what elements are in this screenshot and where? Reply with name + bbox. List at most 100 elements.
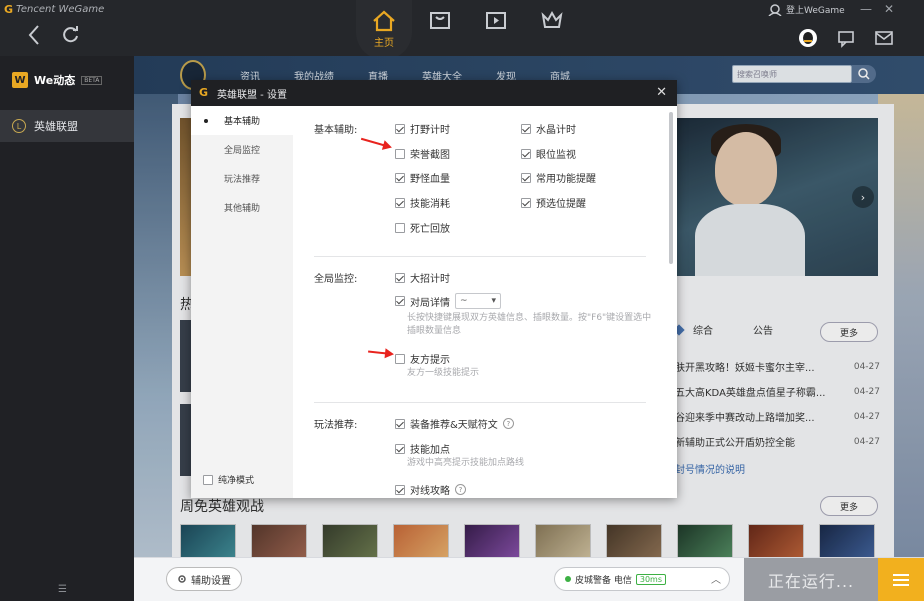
- window-controls: — ✕: [860, 2, 894, 16]
- sidebar-item-we[interactable]: W We动态 BETA: [12, 72, 103, 88]
- hotkey-select-value: ~: [460, 296, 468, 306]
- gear-icon: [178, 575, 186, 583]
- server-selector[interactable]: 皮城警备 电信 30ms ︿: [554, 567, 730, 591]
- settings-nav-other[interactable]: 其他辅助: [191, 193, 293, 222]
- sidebar-item-lol[interactable]: L 英雄联盟: [0, 110, 134, 142]
- option-lane-guide[interactable]: 对线攻略?: [395, 482, 466, 497]
- option-common-reminder[interactable]: 常用功能提醒: [521, 170, 596, 185]
- option-label: 水晶计时: [536, 125, 576, 136]
- option-ally-prompt[interactable]: 友方提示: [395, 351, 450, 366]
- option-preselect-reminder[interactable]: 预选位提醒: [521, 195, 586, 210]
- checkbox[interactable]: [395, 296, 405, 306]
- option-gear-recommend[interactable]: 装备推荐&天赋符文?: [395, 416, 514, 431]
- checkbox[interactable]: [395, 443, 405, 454]
- user-login[interactable]: 登上WeGame: [768, 3, 845, 16]
- nav-store[interactable]: [412, 0, 468, 60]
- checkbox[interactable]: [395, 272, 405, 283]
- settings-nav-global[interactable]: 全局监控: [191, 135, 293, 164]
- help-icon[interactable]: ?: [455, 484, 466, 495]
- crown-icon: [541, 10, 563, 28]
- game-menu-button[interactable]: [878, 558, 924, 601]
- option-honor-screenshot[interactable]: 荣誉截图: [395, 146, 450, 161]
- settings-dialog: G 英雄联盟 - 设置 ✕ 基本辅助 全局监控 玩法推荐 其他辅助 纯净模式 基…: [191, 80, 677, 498]
- checkbox[interactable]: [395, 123, 405, 134]
- match-detail-hint: 长按快捷键展现双方英雄信息、插眼数量。按"F6"键设置选中插眼数量信息: [407, 313, 652, 336]
- nav-home[interactable]: 主页: [356, 0, 412, 60]
- nav-video[interactable]: [468, 0, 524, 60]
- assist-settings-button[interactable]: 辅助设置: [166, 567, 242, 591]
- global-section-label: 全局监控:: [314, 274, 358, 285]
- option-jungle-timer[interactable]: 打野计时: [395, 121, 450, 136]
- option-label: 死亡回放: [410, 224, 450, 235]
- option-monster-hp[interactable]: 野怪血量: [395, 170, 450, 185]
- brand-text: Tencent WeGame: [16, 4, 105, 15]
- running-status-button[interactable]: 正在运行...: [744, 558, 878, 601]
- checkbox[interactable]: [203, 474, 213, 485]
- refresh-icon[interactable]: [62, 26, 80, 44]
- video-icon: [486, 12, 506, 29]
- checkbox[interactable]: [395, 172, 405, 183]
- settings-nav-basic[interactable]: 基本辅助: [191, 106, 293, 135]
- toolbar-icons: [798, 28, 894, 48]
- scrollbar[interactable]: [669, 112, 673, 264]
- basic-section-label: 基本辅助:: [314, 125, 358, 136]
- login-text: 登上WeGame: [786, 6, 845, 16]
- option-ult-timer[interactable]: 大招计时: [395, 270, 450, 285]
- settings-nav-recommend[interactable]: 玩法推荐: [191, 164, 293, 193]
- ally-prompt-hint: 友方一级技能提示: [407, 368, 480, 378]
- settings-nav: 基本辅助 全局监控 玩法推荐 其他辅助 纯净模式: [191, 106, 293, 498]
- option-label: 荣誉截图: [410, 150, 450, 161]
- option-label: 技能消耗: [410, 199, 450, 210]
- dialog-title-bar: G 英雄联盟 - 设置 ✕: [191, 80, 677, 106]
- option-label: 友方提示: [410, 355, 450, 366]
- option-skill-points[interactable]: 技能加点: [395, 441, 450, 456]
- checkbox[interactable]: [521, 148, 531, 159]
- option-label: 对局详情: [410, 297, 450, 309]
- option-skill-cost[interactable]: 技能消耗: [395, 195, 450, 210]
- hotkey-select[interactable]: ~ ▾: [455, 293, 501, 309]
- option-match-detail[interactable]: 对局详情 ~ ▾: [395, 293, 501, 309]
- section-divider: [314, 402, 646, 403]
- option-label: 打野计时: [410, 125, 450, 136]
- checkbox[interactable]: [395, 484, 405, 495]
- back-arrow-icon[interactable]: [26, 24, 42, 46]
- help-icon[interactable]: ?: [502, 418, 514, 429]
- beta-badge: BETA: [81, 75, 103, 85]
- nav-home-label: 主页: [374, 38, 394, 49]
- checkbox[interactable]: [521, 172, 531, 183]
- checkbox[interactable]: [395, 353, 405, 364]
- left-sidebar: W We动态 BETA L 英雄联盟 ☰: [0, 56, 134, 601]
- skill-points-hint: 游戏中高亮提示技能加点路线: [407, 458, 525, 468]
- checkbox[interactable]: [395, 222, 405, 233]
- option-death-replay[interactable]: 死亡回放: [395, 220, 450, 235]
- chat-icon[interactable]: [836, 28, 856, 48]
- server-name: 皮城警备 电信: [575, 575, 632, 586]
- sidebar-menu-icon[interactable]: ☰: [58, 584, 67, 595]
- checkbox[interactable]: [395, 197, 405, 208]
- chevron-up-icon: ︿: [711, 575, 721, 586]
- dialog-title: 英雄联盟 - 设置: [217, 89, 287, 101]
- lol-logo-icon: L: [12, 119, 26, 133]
- close-icon[interactable]: ✕: [656, 85, 667, 100]
- option-label: 野怪血量: [410, 174, 450, 185]
- pure-mode-checkbox[interactable]: 纯净模式: [203, 473, 254, 486]
- title-bar: G Tencent WeGame 主页 登上WeGame — ✕: [0, 0, 924, 60]
- close-window-button[interactable]: ✕: [884, 2, 894, 16]
- wegame-brand: G Tencent WeGame: [4, 3, 104, 16]
- option-crystal-timer[interactable]: 水晶计时: [521, 121, 576, 136]
- main-nav: 主页: [356, 0, 580, 60]
- section-divider: [314, 256, 646, 257]
- qq-icon[interactable]: [798, 28, 818, 48]
- checkbox[interactable]: [521, 197, 531, 208]
- option-label: 大招计时: [410, 274, 450, 285]
- checkbox[interactable]: [395, 418, 405, 429]
- we-title: We动态: [34, 74, 76, 87]
- option-ward-monitor[interactable]: 眼位监视: [521, 146, 576, 161]
- checkbox[interactable]: [395, 148, 405, 159]
- user-avatar-icon: [768, 3, 782, 16]
- checkbox[interactable]: [521, 123, 531, 134]
- wegame-logo-icon: G: [199, 86, 209, 99]
- nav-crown[interactable]: [524, 0, 580, 60]
- minimize-button[interactable]: —: [860, 2, 872, 16]
- mail-icon[interactable]: [874, 28, 894, 48]
